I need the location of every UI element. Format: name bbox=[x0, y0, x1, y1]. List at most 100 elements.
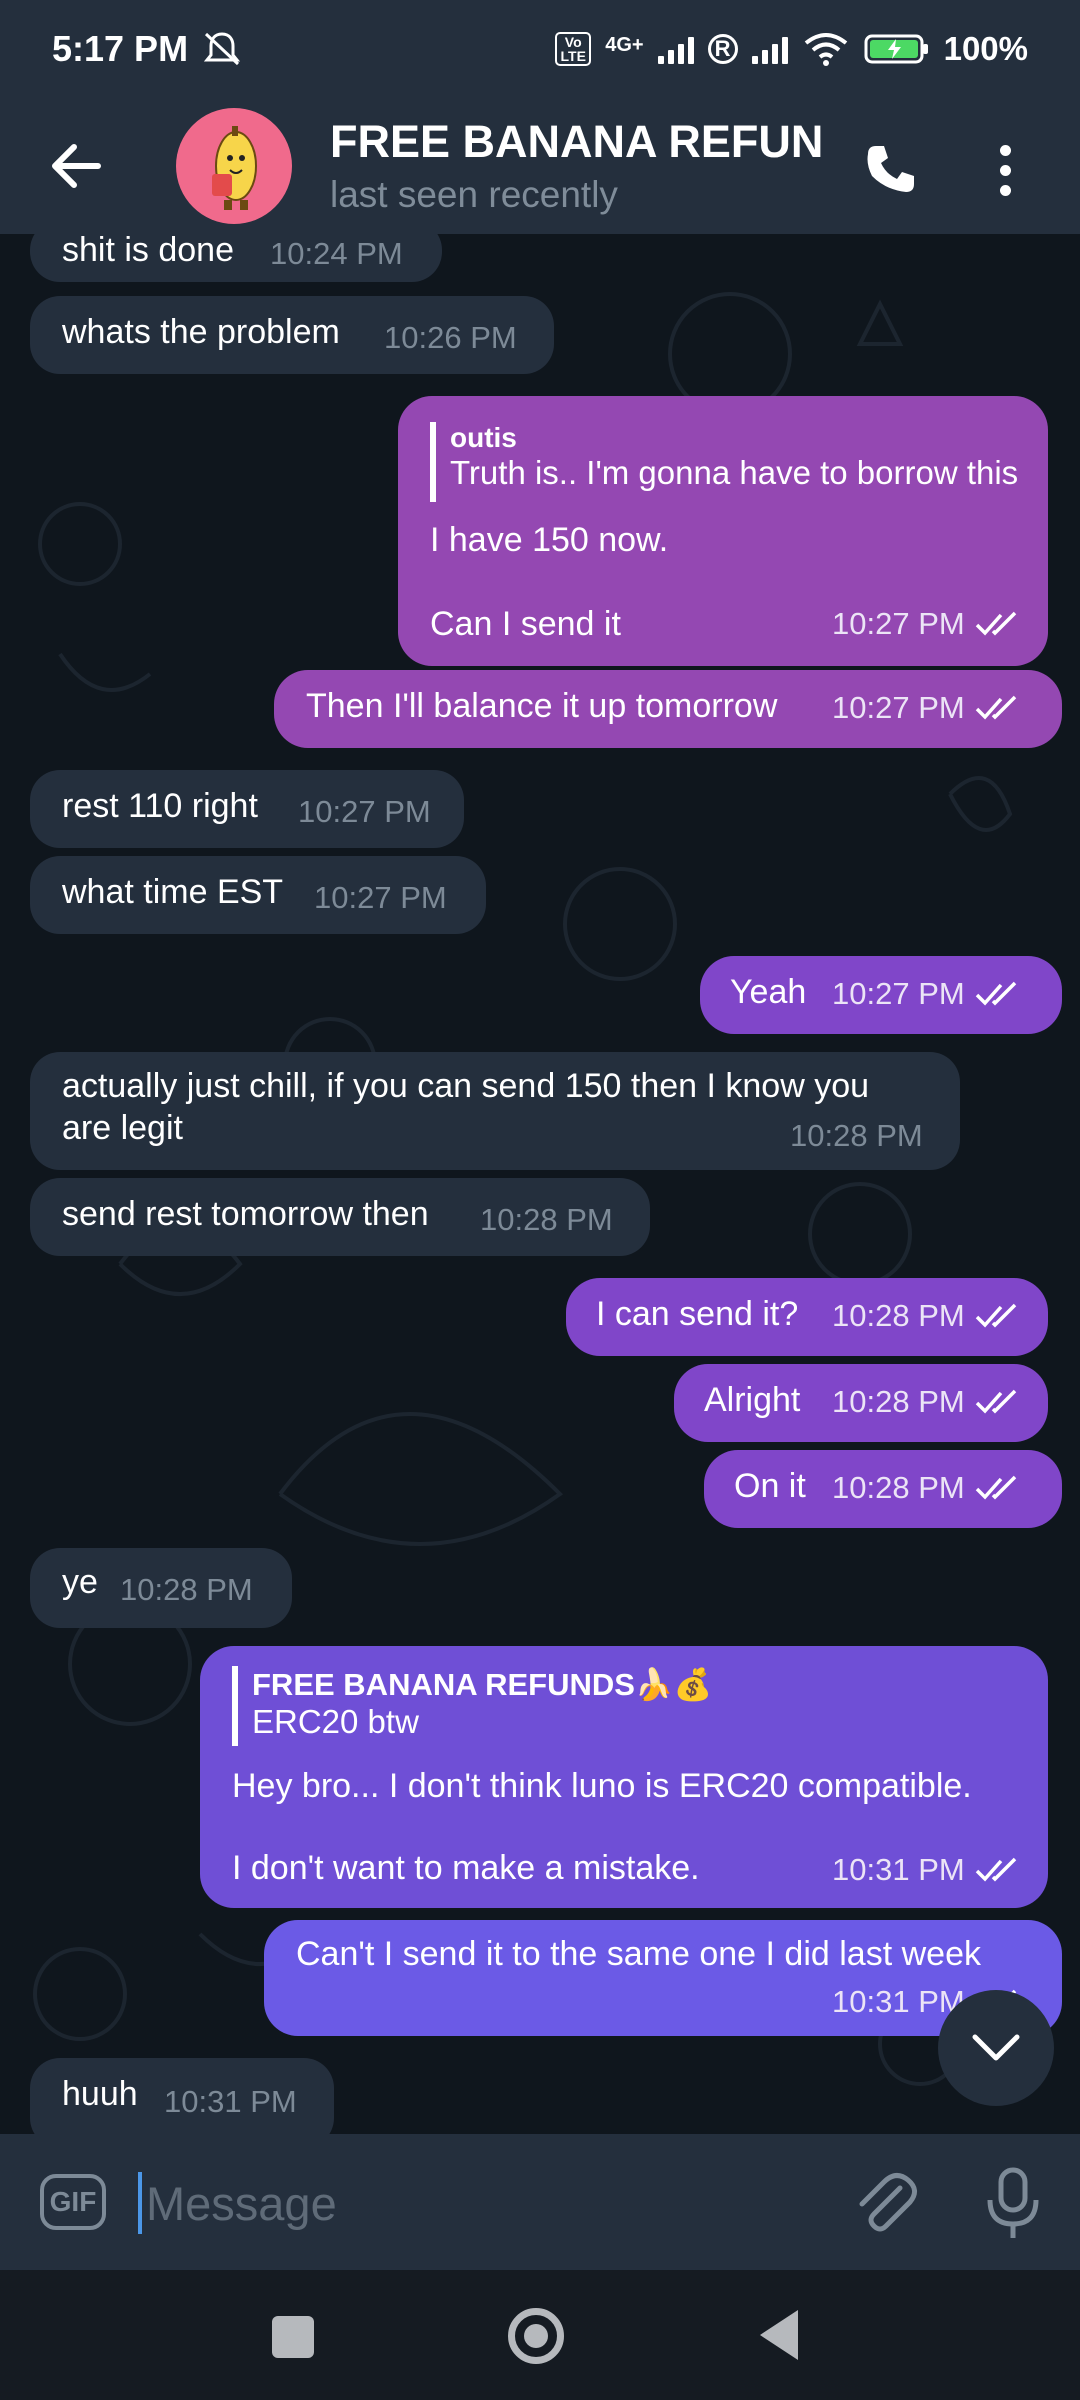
message-time: 10:27 PM bbox=[832, 606, 965, 641]
message-text: shit is done bbox=[62, 234, 234, 269]
avatar[interactable] bbox=[176, 108, 292, 224]
message-text: Can I send it bbox=[430, 605, 621, 643]
phone-icon bbox=[867, 146, 914, 192]
chevron-down-icon bbox=[972, 2034, 1020, 2061]
message-text: are legit bbox=[62, 1109, 183, 1147]
message-meta: 10:27 PM bbox=[832, 606, 1021, 642]
message-time: 10:27 PM bbox=[832, 976, 965, 1011]
message-list[interactable]: shit is done 10:24 PM whats the problem … bbox=[0, 234, 1080, 2134]
message-time: 10:28 PM bbox=[832, 1384, 965, 1419]
double-check-icon bbox=[975, 1475, 1016, 1500]
last-seen-status: last seen recently bbox=[330, 174, 618, 215]
message-time: 10:27 PM bbox=[832, 690, 965, 725]
message-text: I have 150 now. bbox=[430, 521, 669, 559]
reply-quote[interactable]: FREE BANANA REFUNDS🍌💰 ERC20 btw bbox=[232, 1666, 712, 1746]
message-text: Then I'll balance it up tomorrow bbox=[306, 687, 778, 725]
message-bubble-outgoing[interactable]: outis Truth is.. I'm gonna have to borro… bbox=[398, 396, 1048, 666]
message-time: 10:28 PM bbox=[790, 1118, 923, 1153]
message-text: ye bbox=[62, 1563, 98, 1601]
message-time: 10:31 PM bbox=[164, 2084, 297, 2119]
message-text: Can't I send it to the same one I did la… bbox=[296, 1935, 981, 1973]
message-time: 10:27 PM bbox=[314, 880, 447, 915]
network-type-label: 4G+ bbox=[605, 34, 644, 56]
double-check-icon bbox=[975, 611, 1016, 636]
message-time: 10:27 PM bbox=[298, 794, 431, 829]
double-check-icon bbox=[975, 695, 1016, 720]
message-text: Hey bro... I don't think luno is ERC20 c… bbox=[232, 1767, 972, 1805]
message-text: I can send it? bbox=[596, 1295, 799, 1333]
message-text: what time EST bbox=[62, 873, 284, 911]
recents-button[interactable] bbox=[272, 2316, 314, 2358]
message-bubble-outgoing[interactable]: Then I'll balance it up tomorrow 10:27 P… bbox=[274, 670, 1062, 748]
message-bubble-incoming[interactable]: shit is done 10:24 PM bbox=[30, 234, 442, 282]
message-text: rest 110 right bbox=[62, 787, 258, 825]
message-meta: 10:28 PM bbox=[832, 1298, 1021, 1334]
message-bubble-outgoing[interactable]: Alright 10:28 PM bbox=[674, 1364, 1048, 1442]
message-text: send rest tomorrow then bbox=[62, 1195, 429, 1233]
message-bubble-outgoing[interactable]: On it 10:28 PM bbox=[704, 1450, 1062, 1528]
message-text: actually just chill, if you can send 150… bbox=[62, 1067, 870, 1105]
text-caret bbox=[138, 2172, 142, 2234]
reply-author: FREE BANANA REFUNDS🍌💰 bbox=[252, 1667, 713, 1702]
reply-quote[interactable]: outis Truth is.. I'm gonna have to borro… bbox=[430, 422, 1018, 502]
message-text: I don't want to make a mistake. bbox=[232, 1849, 700, 1887]
reply-text: ERC20 btw bbox=[252, 1703, 419, 1740]
message-bubble-outgoing[interactable]: Can't I send it to the same one I did la… bbox=[264, 1920, 1062, 2036]
back-arrow-icon bbox=[52, 144, 101, 188]
battery-percent: 100% bbox=[943, 30, 1028, 67]
message-text: whats the problem bbox=[62, 313, 340, 351]
signal-icon bbox=[657, 34, 694, 64]
double-check-icon bbox=[975, 1857, 1016, 1882]
home-button[interactable] bbox=[508, 2308, 564, 2364]
message-meta: 10:28 PM bbox=[832, 1384, 1021, 1420]
nav-back-button[interactable] bbox=[760, 2310, 798, 2360]
message-time: 10:31 PM bbox=[832, 1852, 965, 1887]
message-meta: 10:28 PM bbox=[832, 1470, 1021, 1506]
chat-title-block[interactable]: FREE BANANA REFUN last seen recently bbox=[330, 116, 830, 216]
message-text: huuh bbox=[62, 2075, 138, 2113]
message-bubble-outgoing[interactable]: FREE BANANA REFUNDS🍌💰 ERC20 btw Hey bro.… bbox=[200, 1646, 1048, 1908]
back-button[interactable] bbox=[36, 126, 116, 206]
more-dot-icon bbox=[999, 144, 1011, 156]
signal-icon-2 bbox=[751, 34, 788, 64]
message-text: Alright bbox=[704, 1381, 801, 1419]
message-bubble-incoming[interactable]: ye 10:28 PM bbox=[30, 1548, 292, 1628]
message-meta: 10:31 PM bbox=[832, 1852, 1021, 1888]
roaming-icon: R bbox=[707, 34, 738, 64]
reply-text: Truth is.. I'm gonna have to borrow this bbox=[450, 454, 1019, 491]
message-time: 10:24 PM bbox=[270, 236, 403, 271]
message-bubble-incoming[interactable]: what time EST 10:27 PM bbox=[30, 856, 486, 934]
microphone-icon[interactable] bbox=[978, 2166, 1048, 2242]
battery-charging-icon bbox=[864, 34, 928, 64]
message-meta: 10:27 PM bbox=[832, 976, 1021, 1012]
message-input[interactable]: Message bbox=[146, 2176, 337, 2231]
double-check-icon bbox=[975, 1303, 1016, 1328]
chat-title: FREE BANANA REFUN bbox=[330, 116, 824, 167]
message-time: 10:28 PM bbox=[832, 1298, 965, 1333]
message-bubble-outgoing[interactable]: Yeah 10:27 PM bbox=[700, 956, 1062, 1034]
system-navigation-bar bbox=[0, 2270, 1080, 2400]
status-bar: 5:17 PM Vo LTE 4G+ R 100% bbox=[0, 0, 1080, 98]
scroll-to-bottom-button[interactable] bbox=[938, 1990, 1054, 2106]
banana-avatar-icon bbox=[212, 126, 257, 210]
message-time: 10:28 PM bbox=[120, 1572, 253, 1607]
message-text: On it bbox=[734, 1467, 806, 1505]
more-options-button[interactable] bbox=[980, 130, 1030, 210]
message-bubble-incoming[interactable]: rest 110 right 10:27 PM bbox=[30, 770, 464, 848]
message-composer: GIF Message bbox=[0, 2134, 1080, 2270]
call-button[interactable] bbox=[850, 130, 930, 210]
message-text: Yeah bbox=[730, 973, 807, 1011]
gif-button[interactable]: GIF bbox=[40, 2174, 106, 2230]
message-bubble-incoming[interactable]: huuh 10:31 PM bbox=[30, 2058, 334, 2134]
status-time: 5:17 PM bbox=[52, 28, 189, 69]
reply-author: outis bbox=[450, 422, 517, 453]
message-time: 10:28 PM bbox=[832, 1470, 965, 1505]
message-bubble-incoming[interactable]: send rest tomorrow then 10:28 PM bbox=[30, 1178, 650, 1256]
message-bubble-outgoing[interactable]: I can send it? 10:28 PM bbox=[566, 1278, 1048, 1356]
message-meta: 10:27 PM bbox=[832, 690, 1021, 726]
message-bubble-incoming[interactable]: actually just chill, if you can send 150… bbox=[30, 1052, 960, 1170]
message-time: 10:28 PM bbox=[480, 1202, 613, 1237]
paperclip-icon[interactable] bbox=[850, 2170, 920, 2240]
message-bubble-incoming[interactable]: whats the problem 10:26 PM bbox=[30, 296, 554, 374]
chat-header: FREE BANANA REFUN last seen recently bbox=[0, 98, 1080, 234]
